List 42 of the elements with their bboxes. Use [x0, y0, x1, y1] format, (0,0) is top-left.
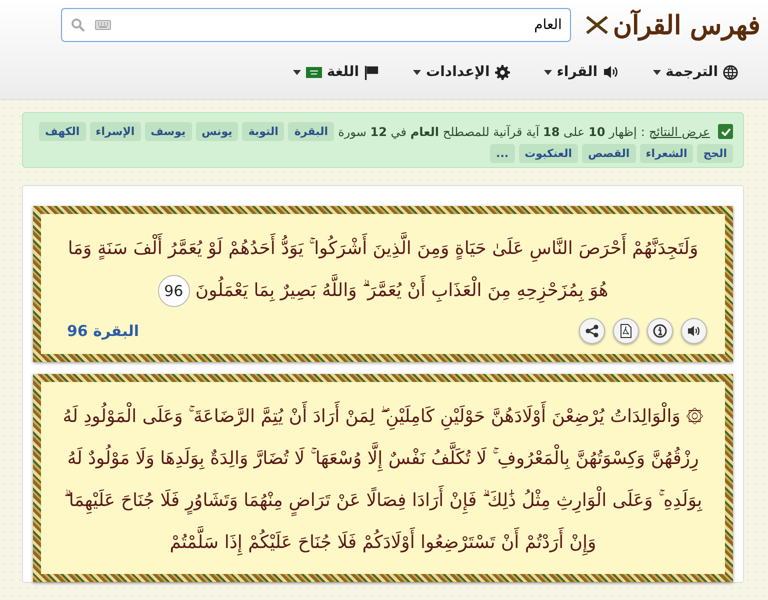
caret-icon: [544, 70, 552, 74]
surah-tag[interactable]: يونس: [196, 122, 238, 141]
share-button[interactable]: [579, 318, 605, 344]
caret-icon: [292, 70, 301, 74]
info-icon: [653, 324, 667, 338]
separator-text: :: [640, 124, 645, 138]
pdf-button[interactable]: [613, 318, 639, 344]
logo-title: فهرس القرآن: [612, 10, 760, 40]
search-field[interactable]: العام: [60, 8, 571, 42]
info-button[interactable]: [647, 318, 673, 344]
surah-tag[interactable]: القصص: [582, 144, 636, 163]
surah-tag[interactable]: الإسراء: [90, 122, 141, 141]
surah-tag[interactable]: الشعراء: [640, 144, 694, 163]
surah-tag[interactable]: التوبة: [242, 122, 284, 141]
surah-tag[interactable]: الكهف: [38, 122, 86, 141]
speaker-icon: [687, 325, 701, 337]
surah-tag[interactable]: البقرة: [288, 122, 334, 141]
flag-icon: [364, 64, 380, 80]
verse-number: 96: [158, 275, 190, 308]
pdf-file-icon: [620, 324, 632, 338]
speaker-icon: [602, 65, 619, 79]
surah-tag[interactable]: ...: [490, 144, 515, 163]
keyboard-icon: [94, 20, 111, 30]
surah-tag[interactable]: العنكبوت: [518, 144, 578, 163]
results-link[interactable]: عرض النتائج: [648, 124, 710, 138]
nav-menu[interactable]: القراء: [544, 64, 619, 80]
gear-icon: [494, 64, 510, 80]
caret-icon: [652, 70, 661, 74]
audio-button[interactable]: [681, 318, 707, 344]
check-icon: [720, 128, 730, 136]
checkbox[interactable]: [718, 124, 733, 139]
caret-icon: [413, 70, 422, 74]
nav-menu[interactable]: الترجمة: [652, 64, 738, 80]
surah-tag[interactable]: يوسف: [144, 122, 192, 141]
verse-reference: البقرة 96: [67, 322, 139, 340]
verse-text: ۞ وَالْوَالِدَاتُ يُرْضِعْنَ أَوْلَادَهُنَّ حَوْلَيْنِ كَامِلَيْنِ ۖ لِمَنْ أَرَادَ أَنْ يُتِمَّ الرَّضَاعَةَ ۚ وَعَلَى الْمَوْلُودِ لَهُ رِزْقُهُنَّ وَكِسْوَتُهُنَّ بِالْمَعْرُوفِ ۚ لَا تُكَلَّفُ نَفْسٌ إِلَّا وُسْعَهَا ۚ لَا تُضَارَّ وَالِدَةٌ بِوَلَدِهَا وَلَا مَوْلُودٌ لَهُ بِوَلَدِهِ ۚ وَعَلَى الْوَارِثِ مِثْلُ ذَٰلِكَ ۗ فَإِنْ أَرَادَا فِصَالًا عَنْ تَرَاضٍ مِنْهُمَا وَتَشَاوُرٍ فَلَا جُنَاحَ عَلَيْهِمَا ۗ وَإِنْ أَرَدْتُمْ أَنْ تَسْتَرْضِعُوا أَوْلَادَكُمْ فَلَا جُنَاحَ عَلَيْكُمْ إِذَا سَلَّمْتُمْ: [59, 396, 707, 564]
share-icon: [585, 324, 599, 338]
nav-menu[interactable]: اللغة: [292, 64, 380, 80]
nav-menu[interactable]: الإعدادات: [413, 64, 510, 80]
globe-icon: [723, 64, 738, 80]
surah-tag[interactable]: الحج: [697, 144, 733, 163]
search-icon: [70, 18, 85, 32]
